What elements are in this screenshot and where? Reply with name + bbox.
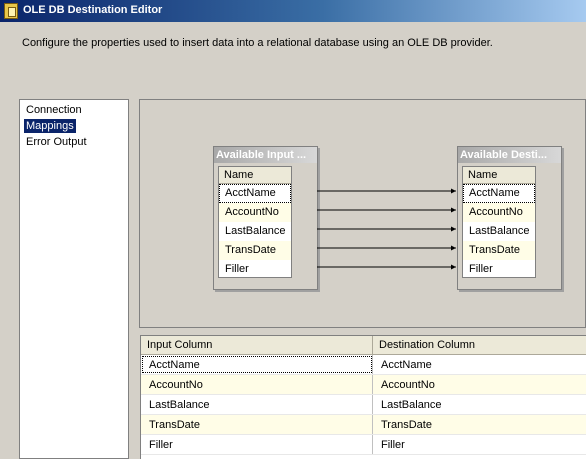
nav-item-mappings[interactable]: Mappings: [24, 119, 76, 133]
mappings-grid-header: Input Column Destination Column: [141, 336, 586, 355]
nav-item-connection-manager[interactable]: Connection Manager: [24, 103, 128, 130]
input-column-list: Name AcctName AccountNo LastBalance Tran…: [218, 166, 292, 278]
input-column-cell[interactable]: Filler: [141, 435, 373, 454]
window-title: OLE DB Destination Editor: [23, 4, 163, 16]
input-column-cell[interactable]: LastBalance: [141, 395, 373, 414]
table-row[interactable]: Filler Filler: [141, 435, 586, 455]
page-navigation: Connection Manager Mappings Error Output: [19, 99, 129, 459]
available-destination-columns-box[interactable]: Available Desti... Name AcctName Account…: [457, 146, 562, 290]
input-column-cell[interactable]: AccountNo: [141, 375, 373, 394]
available-input-columns-box[interactable]: Available Input ... Name AcctName Accoun…: [213, 146, 318, 290]
destination-column-item[interactable]: AccountNo: [463, 203, 535, 222]
input-column-item[interactable]: Filler: [219, 260, 291, 279]
input-column-item[interactable]: AcctName: [219, 184, 291, 203]
input-column-header[interactable]: Input Column: [141, 336, 373, 355]
arrow-head-icon: [451, 207, 456, 213]
destination-column-cell[interactable]: TransDate: [373, 415, 586, 434]
input-column-cell[interactable]: TransDate: [141, 415, 373, 434]
input-column-list-header: Name: [219, 167, 291, 184]
destination-column-item[interactable]: TransDate: [463, 241, 535, 260]
destination-column-item[interactable]: LastBalance: [463, 222, 535, 241]
destination-column-header[interactable]: Destination Column: [373, 336, 586, 355]
input-column-item[interactable]: AccountNo: [219, 203, 291, 222]
table-row[interactable]: TransDate TransDate: [141, 415, 586, 435]
input-column-cell[interactable]: AcctName: [141, 355, 373, 374]
available-input-columns-title: Available Input ...: [214, 147, 317, 163]
arrow-head-icon: [451, 188, 456, 194]
arrow-head-icon: [451, 264, 456, 270]
arrow-head-icon: [451, 226, 456, 232]
destination-column-list: Name AcctName AccountNo LastBalance Tran…: [462, 166, 536, 278]
arrow-head-icon: [451, 245, 456, 251]
input-column-item[interactable]: TransDate: [219, 241, 291, 260]
destination-column-cell[interactable]: LastBalance: [373, 395, 586, 414]
table-row[interactable]: AccountNo AccountNo: [141, 375, 586, 395]
destination-column-cell[interactable]: AcctName: [373, 355, 586, 374]
destination-column-list-header: Name: [463, 167, 535, 184]
title-bar: OLE DB Destination Editor: [0, 0, 586, 22]
destination-column-cell[interactable]: AccountNo: [373, 375, 586, 394]
nav-item-error-output[interactable]: Error Output: [24, 135, 89, 149]
editor-description: Configure the properties used to insert …: [22, 37, 493, 49]
table-row[interactable]: LastBalance LastBalance: [141, 395, 586, 415]
available-destination-columns-title: Available Desti...: [458, 147, 561, 163]
destination-column-item[interactable]: Filler: [463, 260, 535, 279]
mapping-canvas: Available Input ... Name AcctName Accoun…: [139, 99, 586, 328]
table-row[interactable]: AcctName AcctName: [141, 355, 586, 375]
mappings-grid[interactable]: Input Column Destination Column AcctName…: [140, 335, 586, 459]
app-icon: [4, 3, 18, 19]
destination-column-item[interactable]: AcctName: [463, 184, 535, 203]
input-column-item[interactable]: LastBalance: [219, 222, 291, 241]
destination-column-cell[interactable]: Filler: [373, 435, 586, 454]
